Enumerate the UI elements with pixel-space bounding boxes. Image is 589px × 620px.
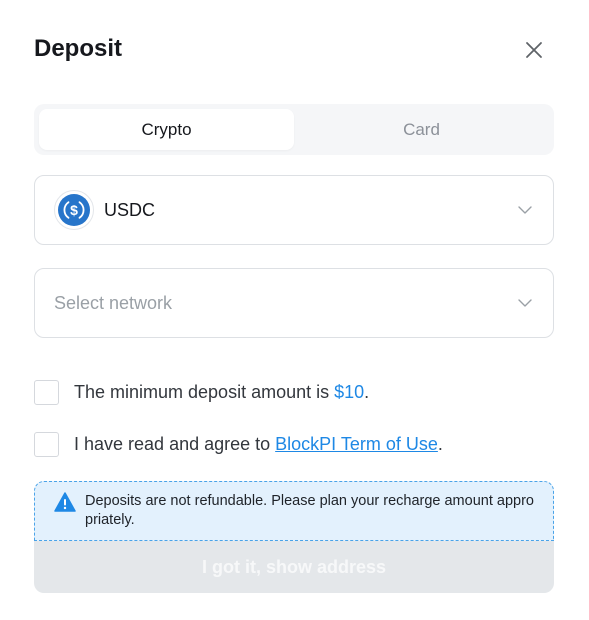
- terms-suffix: .: [437, 434, 443, 454]
- minimum-deposit-prefix: The minimum deposit amount is: [74, 382, 335, 402]
- minimum-deposit-checkbox[interactable]: [34, 380, 59, 405]
- minimum-deposit-amount: $10: [334, 382, 365, 402]
- terms-prefix: I have read and agree to: [74, 434, 276, 454]
- terms-checkbox[interactable]: [34, 432, 59, 457]
- dialog-title: Deposit: [34, 35, 123, 62]
- close-button[interactable]: [521, 37, 547, 63]
- tab-crypto[interactable]: Crypto: [39, 109, 294, 150]
- token-select-value: USDC: [104, 199, 156, 220]
- tab-card[interactable]: Card: [294, 109, 549, 150]
- notice-text: Deposits are not refundable. Please plan…: [85, 493, 534, 528]
- payment-method-tabs: Crypto Card: [34, 104, 554, 155]
- svg-text:$: $: [70, 202, 78, 218]
- terms-row: I have read and agree to BlockPI Term of…: [34, 432, 443, 457]
- chevron-down-icon: [517, 202, 533, 218]
- deposit-dialog: Deposit Crypto Card $ USDC Select networ…: [0, 0, 589, 620]
- minimum-deposit-row: The minimum deposit amount is $10.: [34, 380, 369, 405]
- close-icon: [526, 42, 542, 58]
- usdc-coin-icon: $: [54, 190, 94, 230]
- minimum-deposit-suffix: .: [364, 382, 370, 402]
- warning-icon: [54, 492, 76, 512]
- network-select[interactable]: Select network: [34, 268, 554, 338]
- minimum-deposit-label: The minimum deposit amount is $10.: [74, 382, 369, 403]
- refund-notice: Deposits are not refundable. Please plan…: [34, 481, 554, 541]
- network-select-placeholder: Select network: [54, 292, 173, 313]
- show-address-button[interactable]: I got it, show address: [34, 541, 554, 593]
- token-select[interactable]: $ USDC: [34, 175, 554, 245]
- terms-link[interactable]: BlockPI Term of Use: [275, 434, 438, 454]
- terms-label: I have read and agree to BlockPI Term of…: [74, 434, 443, 455]
- chevron-down-icon: [517, 295, 533, 311]
